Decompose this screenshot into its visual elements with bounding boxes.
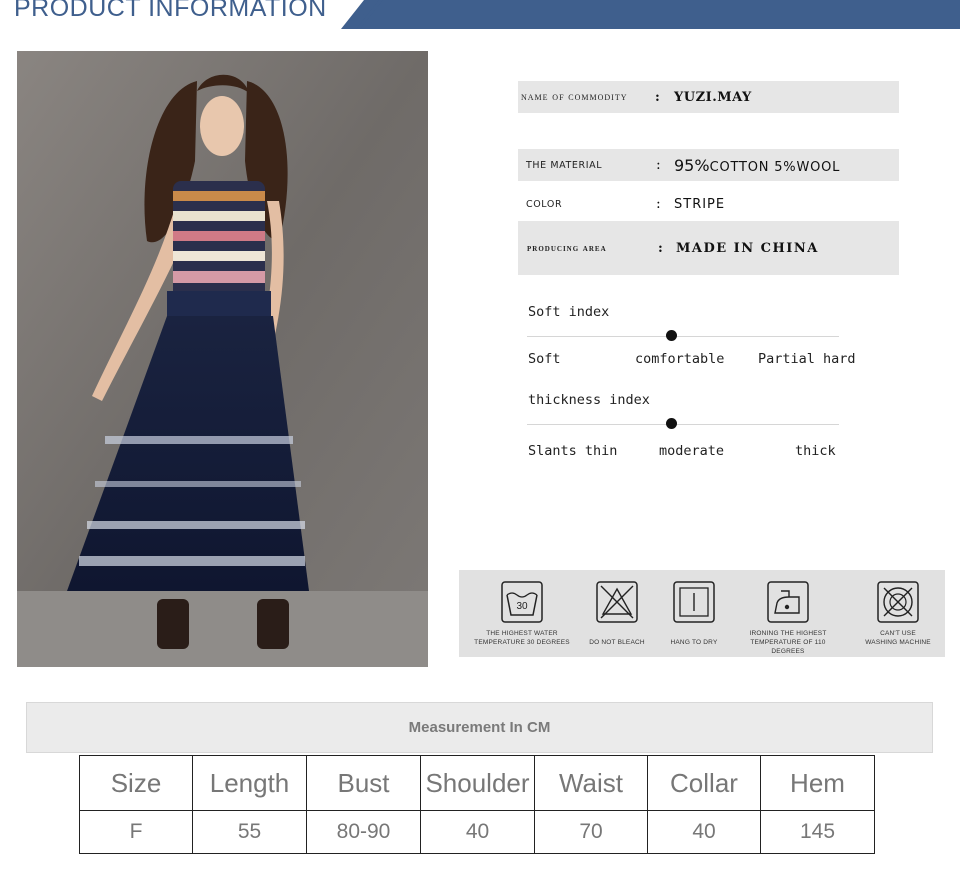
machine-caption: CAN'T USE WASHING MACHINE	[843, 629, 953, 647]
thickness-index-track	[527, 424, 839, 425]
producing-area-label: producing area	[527, 242, 607, 254]
commodity-name-value: YUZI.MAY	[674, 89, 752, 105]
care-instructions-panel: 30 THE HIGHEST WATER TEMPERATURE 30 DEGR…	[459, 570, 945, 657]
size-table-header: Waist	[534, 755, 648, 811]
size-table-header: Hem	[760, 755, 875, 811]
material-row: THE MATERIAL : 95%COTTON 5%WOOL	[518, 149, 899, 181]
color-label: COLOR	[526, 198, 563, 210]
product-photo	[17, 51, 428, 667]
soft-index-title: Soft index	[528, 304, 610, 320]
iron-caption-line-1: IRONING THE HIGHEST	[749, 630, 827, 637]
wash-caption-line-1: THE HIGHEST WATER	[486, 630, 558, 637]
machine-caption-line-1: CAN'T USE	[880, 630, 916, 637]
thickness-index-title: thickness index	[528, 392, 650, 408]
producing-area-row: producing area : MADE IN CHINA	[518, 221, 899, 275]
size-table-cell: 40	[647, 810, 761, 854]
material-percent: 95%	[674, 155, 710, 175]
commodity-name-row: name of commodity : YUZI.MAY	[518, 81, 899, 113]
producing-area-sep: :	[658, 240, 663, 256]
soft-index-label-low: Soft	[528, 351, 561, 367]
size-table-header: Collar	[647, 755, 761, 811]
size-table-cell: 55	[192, 810, 307, 854]
soft-index-label-mid: comfortable	[635, 351, 725, 367]
wash-temp: 30	[516, 601, 528, 612]
size-table-cell: 70	[534, 810, 648, 854]
commodity-name-label: name of commodity	[521, 91, 628, 103]
no-bleach-icon	[596, 581, 638, 623]
size-table: Size Length Bust Shoulder Waist Collar H…	[79, 755, 875, 854]
thickness-index-label-high: thick	[795, 443, 836, 459]
commodity-name-sep: :	[655, 89, 660, 105]
color-sep: :	[656, 196, 661, 212]
wash-caption-line-2: TEMPERATURE 30 DEGREES	[474, 639, 570, 646]
soft-index-track	[527, 336, 839, 337]
size-table-header: Length	[192, 755, 307, 811]
color-row: COLOR : STRIPE	[518, 188, 899, 220]
iron-caption: IRONING THE HIGHEST TEMPERATURE OF 110 D…	[733, 629, 843, 656]
size-table-header-row: Size Length Bust Shoulder Waist Collar H…	[79, 755, 875, 811]
size-table-header: Bust	[306, 755, 421, 811]
measurement-title: Measurement In CM	[26, 702, 933, 753]
soft-index-marker	[666, 330, 677, 341]
size-table-row: F 55 80-90 40 70 40 145	[79, 810, 875, 854]
size-table-cell: 80-90	[306, 810, 421, 854]
material-sep: :	[656, 157, 661, 173]
soft-index-label-high: Partial hard	[758, 351, 856, 367]
material-label: THE MATERIAL	[526, 159, 603, 171]
wash-caption: THE HIGHEST WATER TEMPERATURE 30 DEGREES	[467, 629, 577, 647]
material-rest: COTTON 5%WOOL	[709, 159, 841, 175]
care-item-machine: CAN'T USE WASHING MACHINE	[843, 570, 953, 657]
no-machine-wash-icon	[877, 581, 919, 623]
color-value: STRIPE	[674, 196, 726, 212]
size-table-cell: 40	[420, 810, 535, 854]
page-title: PRODUCT INFORMATION	[14, 0, 327, 22]
iron-caption-line-2: TEMPERATURE OF 110 DEGREES	[750, 639, 826, 655]
machine-caption-line-2: WASHING MACHINE	[865, 639, 931, 646]
thickness-index-marker	[666, 418, 677, 429]
wash-30-icon: 30	[501, 581, 543, 623]
material-value: 95%COTTON 5%WOOL	[674, 156, 840, 175]
thickness-index-label-mid: moderate	[659, 443, 725, 459]
thickness-index-label-low: Slants thin	[528, 443, 618, 459]
hang-dry-icon	[673, 581, 715, 623]
producing-area-value: MADE IN CHINA	[676, 240, 819, 256]
size-table-header: Size	[79, 755, 193, 811]
iron-icon	[767, 581, 809, 623]
size-table-cell: F	[79, 810, 193, 854]
size-table-cell: 145	[760, 810, 875, 854]
size-table-header: Shoulder	[420, 755, 535, 811]
care-item-iron: IRONING THE HIGHEST TEMPERATURE OF 110 D…	[733, 570, 843, 657]
care-item-wash: 30 THE HIGHEST WATER TEMPERATURE 30 DEGR…	[467, 570, 577, 657]
